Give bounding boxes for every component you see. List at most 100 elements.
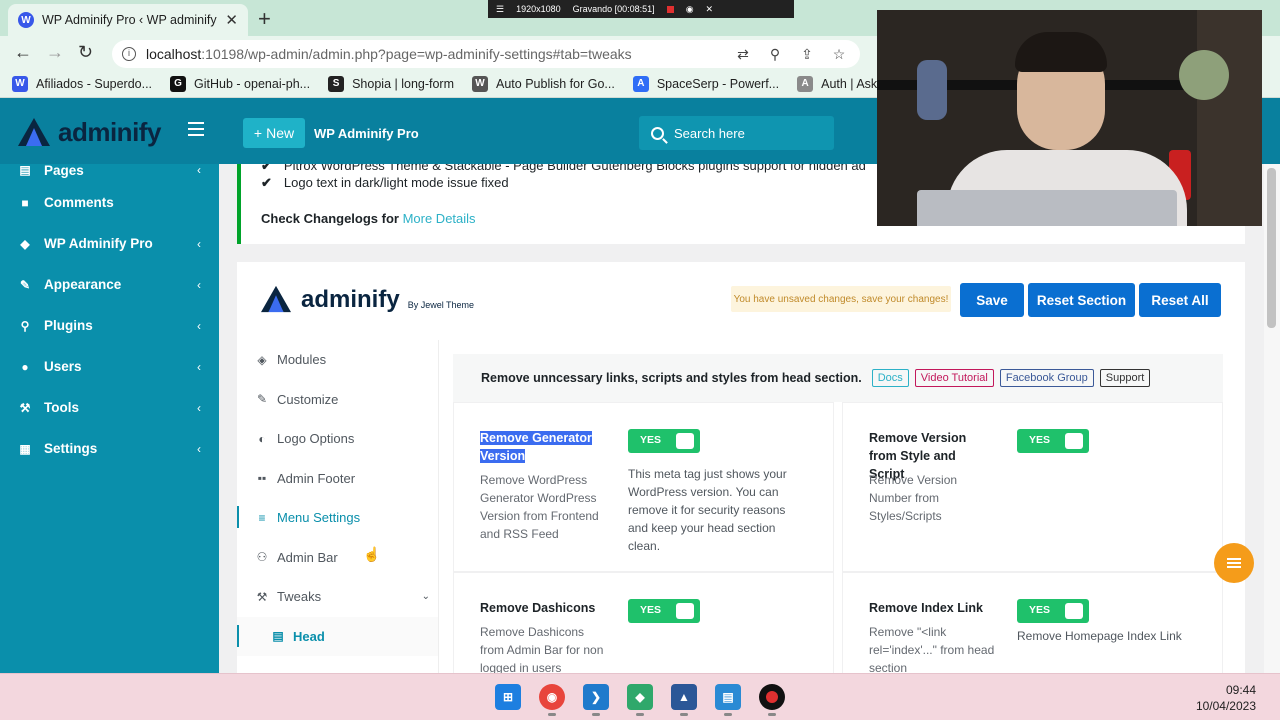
- app-green-icon[interactable]: ◆: [627, 684, 653, 716]
- subnav-modules[interactable]: ◈ Modules: [237, 340, 438, 380]
- reload-icon[interactable]: ↻: [78, 42, 93, 63]
- reset-section-button[interactable]: Reset Section: [1028, 283, 1135, 317]
- site-name[interactable]: WP Adminify Pro: [314, 126, 419, 141]
- toggle-label: YES: [640, 434, 662, 446]
- chevron-down-icon: ⌄: [421, 591, 430, 603]
- reset-all-button[interactable]: Reset All: [1139, 283, 1221, 317]
- url-text[interactable]: localhost:10198/wp-admin/admin.php?page=…: [146, 46, 722, 62]
- sidebar-item-plugins[interactable]: ⚲ Plugins ‹: [0, 305, 219, 346]
- sidebar-item-appearance[interactable]: ✎ Appearance ‹: [0, 264, 219, 305]
- bookmark-favicon-icon: W: [472, 75, 489, 92]
- subnav-head[interactable]: ▤ Head: [237, 616, 438, 656]
- sidebar-item-label: Pages: [44, 164, 84, 178]
- save-button[interactable]: Save: [960, 283, 1024, 317]
- generator-toggle[interactable]: YES: [628, 429, 700, 453]
- bookmark-item[interactable]: W Auto Publish for Go...: [472, 75, 615, 92]
- person-hair-shape: [1015, 32, 1107, 72]
- add-new-button[interactable]: + New: [243, 118, 305, 148]
- more-details-link[interactable]: More Details: [403, 211, 476, 226]
- subnav-customize[interactable]: ✎ Customize: [237, 380, 438, 420]
- setting-desc: Remove "<link rel='index'..." from head …: [869, 625, 995, 673]
- bookmark-favicon-icon: A: [797, 75, 814, 92]
- camera-icon[interactable]: ◉: [686, 4, 694, 15]
- browser-tab[interactable]: W WP Adminify Pro ‹ WP adminify ✕: [8, 4, 248, 36]
- sidebar-item-label: Plugins: [44, 318, 93, 333]
- chevron-left-icon: ‹: [197, 236, 201, 251]
- toggle-desc: Remove Homepage Index Link: [1017, 629, 1182, 643]
- bookmark-label: GitHub - openai-ph...: [194, 76, 311, 91]
- bookmark-item[interactable]: W Afiliados - Superdo...: [12, 75, 152, 92]
- sidebar-item-tools[interactable]: ⚒ Tools ‹: [0, 387, 219, 428]
- scrollbar-thumb[interactable]: [1267, 168, 1276, 328]
- vscode-icon[interactable]: ❯: [583, 684, 609, 716]
- subnav-logo-options[interactable]: ◐ Logo Options: [237, 419, 438, 459]
- running-indicator: [592, 713, 600, 716]
- new-tab-button[interactable]: +: [258, 6, 271, 32]
- comments-icon: ■: [21, 195, 29, 210]
- version-toggle[interactable]: YES: [1017, 429, 1089, 453]
- sidebar-item-label: Settings: [44, 441, 98, 456]
- close-tab-icon[interactable]: ✕: [225, 11, 238, 29]
- site-info-icon[interactable]: i: [122, 47, 136, 61]
- share-icon[interactable]: ⇪: [796, 46, 818, 63]
- bookmark-item[interactable]: S Shopia | long-form: [328, 75, 455, 92]
- notepad-icon[interactable]: ▤: [715, 684, 741, 716]
- subnav-admin-bar[interactable]: ⚇ Admin Bar: [237, 538, 438, 578]
- docs-tag[interactable]: Docs: [871, 369, 909, 387]
- zoom-icon[interactable]: ⚲: [764, 46, 786, 63]
- close-recorder-icon[interactable]: ✕: [706, 4, 714, 15]
- bookmark-item[interactable]: G GitHub - openai-ph...: [170, 75, 311, 92]
- plus-icon: +: [253, 125, 263, 141]
- subnav-label: Admin Footer: [277, 470, 356, 486]
- setting-title: Remove Dashicons: [480, 601, 596, 615]
- support-tag[interactable]: Support: [1099, 369, 1151, 387]
- wrench-icon: ⚒: [19, 400, 31, 415]
- brush-icon: ✎: [19, 277, 31, 292]
- menu-toggle-icon[interactable]: [188, 122, 204, 136]
- sidebar-item-users[interactable]: ● Users ‹: [0, 346, 219, 387]
- toggle-desc: This meta tag just shows your WordPress …: [628, 467, 787, 553]
- recorder-menu-icon[interactable]: ☰: [496, 4, 504, 15]
- bookmark-item[interactable]: A SpaceSerp - Powerf...: [632, 75, 779, 92]
- dashicons-toggle[interactable]: YES: [628, 599, 700, 623]
- figurine-shape: [917, 60, 947, 120]
- chrome-icon[interactable]: ◉: [539, 684, 565, 716]
- subnav-tweaks[interactable]: ⚒ Tweaks ⌄: [237, 577, 438, 617]
- record-stop-icon[interactable]: [666, 5, 674, 13]
- page-scrollbar[interactable]: [1264, 164, 1280, 673]
- translate-icon[interactable]: ⇄: [732, 46, 754, 63]
- windows-start-icon[interactable]: ⊞: [495, 684, 521, 710]
- adminify-logo[interactable]: adminify: [16, 116, 161, 148]
- recorder-app-icon[interactable]: [759, 684, 785, 716]
- sidebar-item-settings[interactable]: ▦ Settings ‹: [0, 428, 219, 469]
- toggle-label: YES: [1029, 604, 1051, 616]
- bookmark-label: Shopia | long-form: [352, 76, 455, 91]
- index-link-toggle[interactable]: YES: [1017, 599, 1089, 623]
- notice-line-text: Logo text in dark/light mode issue fixed: [283, 175, 509, 190]
- bookmark-star-icon[interactable]: ☆: [828, 46, 850, 63]
- setting-title: Remove Index Link: [869, 601, 983, 615]
- sidebar-item-pages[interactable]: ▤ Pages ‹: [0, 164, 219, 182]
- sidebar-item-wp-adminify-pro[interactable]: ◆ WP Adminify Pro ‹: [0, 223, 219, 264]
- url-host: localhost: [146, 46, 202, 62]
- admin-search[interactable]: Search here: [639, 116, 834, 150]
- subnav-menu-settings[interactable]: ≡ Menu Settings: [237, 498, 438, 538]
- address-bar[interactable]: i localhost:10198/wp-admin/admin.php?pag…: [112, 40, 860, 68]
- floating-menu-button[interactable]: [1214, 543, 1254, 583]
- logo-options-icon: ◐: [258, 431, 266, 446]
- adminify-logo-icon: [18, 118, 50, 146]
- head-icon: ▤: [272, 629, 284, 644]
- subnav-admin-footer[interactable]: ▪▪ Admin Footer: [237, 459, 438, 499]
- search-placeholder: Search here: [674, 125, 745, 141]
- video-tutorial-tag[interactable]: Video Tutorial: [914, 369, 994, 387]
- taskbar-clock[interactable]: 09:44 10/04/2023: [1196, 682, 1256, 714]
- facebook-group-tag[interactable]: Facebook Group: [999, 369, 1094, 387]
- app-blue-icon[interactable]: ▲: [671, 684, 697, 716]
- bookmark-favicon-icon: A: [632, 75, 649, 92]
- back-arrow-icon[interactable]: ←: [14, 42, 32, 63]
- forward-arrow-icon[interactable]: →: [46, 42, 64, 63]
- chevron-left-icon: ‹: [197, 359, 201, 374]
- sidebar-item-label: Users: [44, 359, 82, 374]
- sidebar-item-comments[interactable]: ■ Comments: [0, 182, 219, 223]
- bookmark-favicon-icon: G: [170, 75, 187, 92]
